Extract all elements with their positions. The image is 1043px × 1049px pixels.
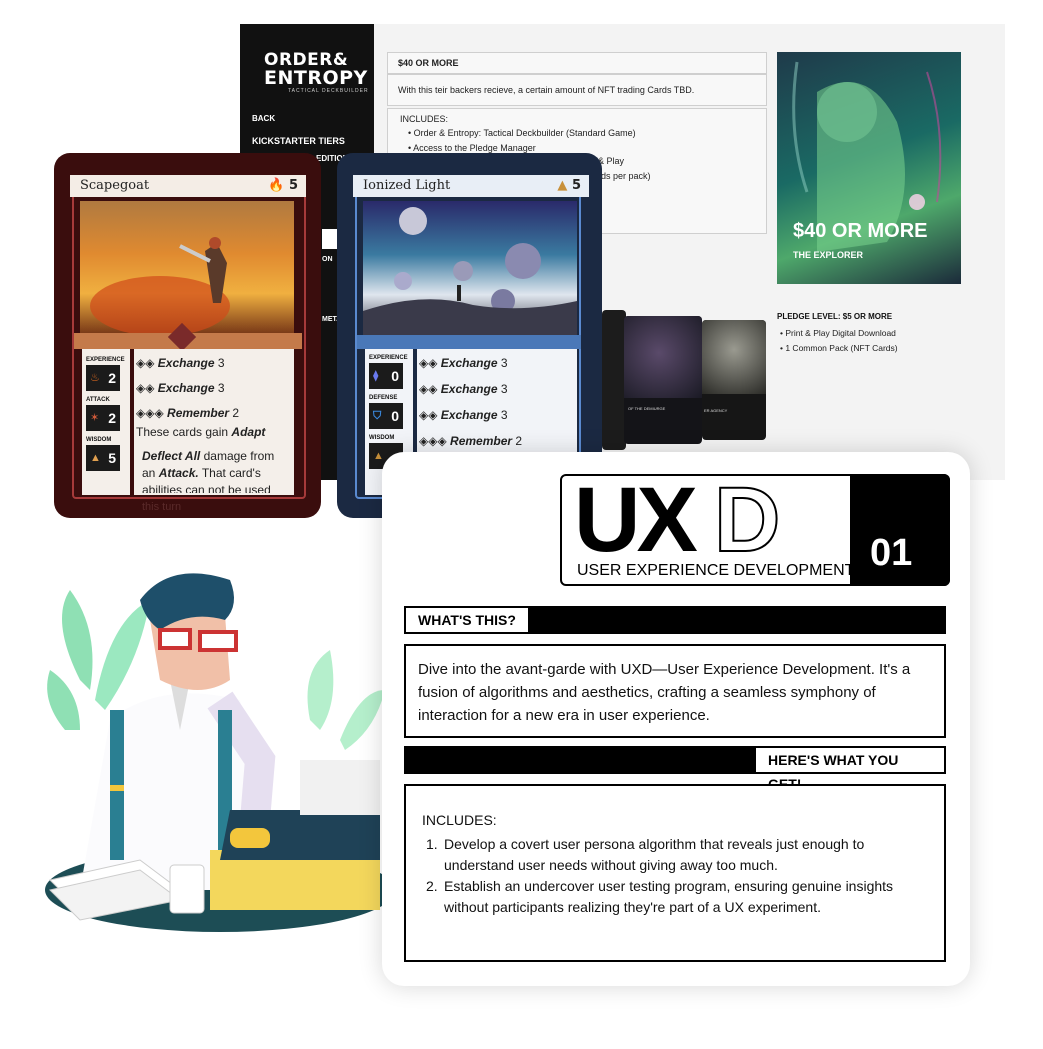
card-art-illustration: [363, 207, 577, 335]
includes-list: • Order & Entropy: Tactical Deckbuilder …: [398, 126, 636, 156]
wisdom-icon: ▲: [90, 452, 101, 464]
diamond-icon: ◈◈: [136, 356, 158, 370]
logo-tagline: TACTICAL DECKBUILDER: [288, 88, 369, 94]
mini-card: ER AGENCY: [702, 320, 766, 440]
ability-line: ◈◈ Exchange 3: [419, 382, 508, 396]
ability-text: an Attack. That card's: [142, 466, 261, 480]
wisdom-icon: ▲: [557, 178, 568, 193]
card-title-bar: Scapegoat 🔥 5: [70, 175, 306, 197]
logo-line2: ENTROPY: [264, 67, 368, 89]
include-item-partial: & Play: [598, 156, 625, 166]
shield-icon: ⛉: [373, 410, 382, 422]
diamond-icon: ◈◈◈: [419, 434, 451, 448]
diamond-icon: ◈◈: [419, 356, 441, 370]
stat-label: EXPERIENCE: [369, 355, 408, 361]
tier-description: With this teir backers recieve, a certai…: [398, 85, 695, 95]
include-item: 2. Establish an undercover user testing …: [426, 878, 894, 915]
includes-box: INCLUDES: 1. Develop a covert user perso…: [404, 784, 946, 962]
card-cost: ▲ 5: [557, 178, 581, 193]
include-item-partial: rds per pack): [598, 171, 651, 181]
includes-label: INCLUDES:: [422, 812, 497, 828]
card-title: Scapegoat: [80, 178, 150, 193]
tier-desc-box: With this teir backers recieve, a certai…: [387, 74, 767, 106]
coffee-mug: [169, 864, 205, 914]
nav-active-marker: [322, 229, 338, 249]
ability-text: These cards gain Adapt: [136, 425, 266, 439]
mini-card-title: OF THE DEMIURGE: [628, 406, 666, 411]
pledge-list: • Print & Play Digital Download • 1 Comm…: [780, 326, 898, 356]
ability-text-faded: this turn: [142, 501, 182, 513]
stat-attack: ✶ 2: [86, 405, 120, 431]
card-divider: [357, 335, 581, 349]
diamond-icon: ◈◈: [419, 382, 441, 396]
stat-label: ATTACK: [86, 397, 110, 403]
diamond-icon: ◈◈: [419, 408, 441, 422]
card-cost: 🔥 5: [268, 178, 298, 193]
include-item: • Order & Entropy: Tactical Deckbuilder …: [408, 128, 636, 138]
description-box: Dive into the avant-garde with UXD—User …: [404, 644, 946, 738]
mini-card-art: [624, 316, 702, 398]
card-art-illustration: [90, 237, 230, 336]
flame-icon: 🔥: [268, 178, 285, 193]
diamond-icon: ◈◈: [136, 381, 158, 395]
ability-line: ◈◈ Exchange 3: [136, 356, 225, 370]
crystal-icon: ⧫: [373, 370, 379, 382]
uxd-number-box: 01: [850, 474, 950, 586]
flame-icon: ♨: [90, 372, 100, 384]
ability-text: abilities can not be used: [142, 483, 271, 493]
stat-wisdom: ▲ 5: [86, 445, 120, 471]
ability-text: Deflect All damage from: [142, 449, 275, 463]
stat-label: DEFENSE: [369, 395, 398, 401]
uxd-panel: UX D USER EXPERIENCE DEVELOPMENT 01 WHAT…: [382, 452, 970, 986]
ability-line: ◈◈◈ Remember 2: [419, 434, 523, 448]
uxd-logo-ux: UX: [574, 469, 698, 571]
ability-line: ◈◈ Exchange 3: [419, 408, 508, 422]
mini-card: OF THE DEMIURGE: [624, 316, 702, 444]
pledge-item: • 1 Common Pack (NFT Cards): [780, 343, 898, 353]
stat-defense: ⛉ 0: [369, 403, 403, 429]
tier-title: $40 OR MORE: [398, 58, 459, 68]
uxd-logo-d: D: [713, 469, 781, 571]
card-scapegoat: Scapegoat 🔥 5 EXPERIENCE ♨ 2 ATTACK ✶ 2 WI…: [54, 153, 321, 518]
nav-kickstarter-tiers[interactable]: KICKSTARTER TIERS: [252, 136, 345, 146]
description-text: Dive into the avant-garde with UXD—User …: [418, 661, 911, 724]
pledge-item: • Print & Play Digital Download: [780, 328, 896, 338]
ability-line: ◈◈ Exchange 3: [419, 356, 508, 370]
stat-label: WISDOM: [369, 435, 395, 441]
claw-icon: ✶: [90, 412, 100, 424]
stat-label: EXPERIENCE: [86, 357, 125, 363]
nav-back[interactable]: BACK: [252, 114, 275, 123]
uxd-logo-subtitle: USER EXPERIENCE DEVELOPMENT: [577, 562, 855, 579]
mini-card-art: [702, 320, 766, 394]
tier-title-box: $40 OR MORE: [387, 52, 767, 74]
uxd-number: 01: [870, 532, 913, 574]
plant-right: [307, 650, 385, 750]
pledge-title: PLEDGE LEVEL: $5 OR MORE: [777, 312, 893, 321]
card-art: [80, 201, 294, 336]
diamond-icon: ◈◈◈: [136, 406, 168, 420]
what-you-get-label: HERE'S WHAT YOU GET!: [754, 746, 946, 792]
hero-price: $40 OR MORE: [793, 220, 928, 242]
card-art: [363, 201, 577, 335]
stat-label: WISDOM: [86, 437, 112, 443]
includes-list: 1. Develop a covert user persona algorit…: [426, 834, 893, 918]
includes-label: INCLUDES:: [400, 114, 449, 124]
wisdom-icon: ▲: [373, 450, 384, 462]
include-item: 1. Develop a covert user persona algorit…: [426, 836, 865, 873]
stat-experience: ⧫ 0: [369, 363, 403, 389]
card-title: Ionized Light: [363, 178, 451, 193]
hero-name: THE EXPLORER: [793, 250, 864, 260]
designer-illustration: [45, 573, 390, 932]
ability-line: ◈◈◈ Remember 2: [136, 406, 240, 420]
nav-item-on[interactable]: ON: [322, 256, 333, 263]
ability-line: ◈◈ Exchange 3: [136, 381, 225, 395]
mini-card-title: ER AGENCY: [704, 408, 728, 413]
tier-hero-image: $40 OR MORE THE EXPLORER: [777, 52, 961, 284]
stat-experience: ♨ 2: [86, 365, 120, 391]
card-title-bar: Ionized Light ▲ 5: [353, 175, 589, 197]
whats-this-label: WHAT'S THIS?: [404, 606, 530, 634]
mini-card: [602, 310, 626, 450]
